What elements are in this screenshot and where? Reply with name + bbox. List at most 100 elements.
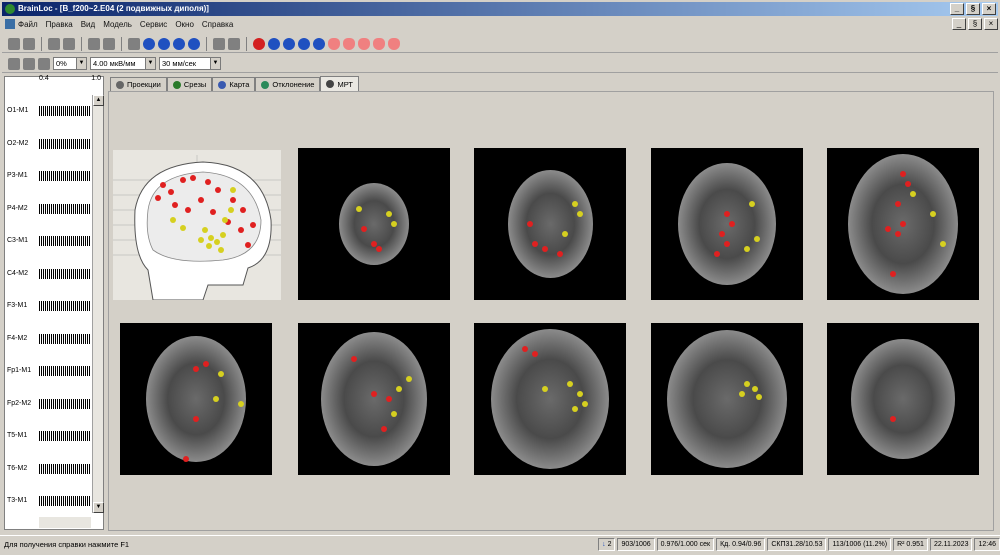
dipole-marker-red [155, 195, 161, 201]
head-top-icon[interactable] [388, 37, 400, 50]
dipole-marker-yellow [391, 411, 397, 417]
head-projection-diagram [113, 150, 281, 300]
mdi-close-button[interactable]: × [984, 18, 998, 30]
dipole-marker-red [557, 251, 563, 257]
mri-slice-image[interactable] [827, 148, 979, 300]
gain-icon[interactable] [38, 57, 50, 70]
rotate-left-icon[interactable] [268, 37, 280, 50]
vertical-scrollbar[interactable]: ▲ ▼ [92, 95, 104, 513]
zoom-select[interactable]: 0% ▼ [53, 57, 87, 70]
mdi-maximize-button[interactable]: § [968, 18, 982, 30]
dipole-marker-yellow [218, 247, 224, 253]
menu-window[interactable]: Окно [175, 20, 194, 29]
dipole-marker-yellow [213, 396, 219, 402]
segment-indicator: 903/1006 [617, 538, 655, 551]
mri-slice-image[interactable] [827, 323, 979, 475]
dipole-marker-yellow [744, 381, 750, 387]
first-icon[interactable] [143, 37, 155, 50]
tab-slices[interactable]: Срезы [166, 77, 213, 91]
mri-slice-image[interactable] [298, 148, 450, 300]
dipole-marker-red [376, 246, 382, 252]
head-front-icon[interactable] [328, 37, 340, 50]
dipole-marker-yellow [386, 211, 392, 217]
sensitivity-select[interactable]: 4.00 мкВ/мм ▼ [90, 57, 156, 70]
horizontal-scrollbar[interactable] [39, 517, 91, 528]
electrode-icon[interactable] [23, 57, 35, 70]
dipole-marker-red [203, 361, 209, 367]
menu-service[interactable]: Сервис [140, 20, 167, 29]
mri-slice-image[interactable] [120, 323, 272, 475]
dipole-marker-yellow [582, 401, 588, 407]
mri-slice-image[interactable] [474, 148, 626, 300]
dipole-marker-red [885, 226, 891, 232]
dipole-marker-yellow [577, 391, 583, 397]
mri-slice-image[interactable] [298, 323, 450, 475]
reset-icon[interactable] [253, 37, 265, 50]
montage-icon[interactable] [8, 57, 20, 70]
split-icon[interactable] [213, 37, 225, 50]
tab-deviation[interactable]: Отклонение [255, 77, 321, 91]
dipole-marker-red [168, 189, 174, 195]
mdi-minimize-button[interactable]: _ [952, 18, 966, 30]
mri-slice-image[interactable] [651, 323, 803, 475]
toolbar-separator [81, 36, 82, 51]
dipole-marker-red [900, 221, 906, 227]
eeg-trace [39, 236, 91, 246]
marker-icon[interactable] [103, 37, 115, 50]
speed-select[interactable]: 30 мм/сек ▼ [159, 57, 221, 70]
rotate-up-icon[interactable] [298, 37, 310, 50]
rotate-down-icon[interactable] [313, 37, 325, 50]
last-icon[interactable] [188, 37, 200, 50]
dipole-marker-red [890, 416, 896, 422]
dipole-marker-red [183, 456, 189, 462]
menu-model[interactable]: Модель [103, 20, 132, 29]
dipole-marker-red [532, 241, 538, 247]
head-left-icon[interactable] [358, 37, 370, 50]
prev-icon[interactable] [158, 37, 170, 50]
dipole-marker-yellow [749, 201, 755, 207]
menu-bar: Файл Правка Вид Модель Сервис Окно Справ… [2, 17, 998, 31]
rotate-right-icon[interactable] [283, 37, 295, 50]
minimize-button[interactable]: _ [950, 3, 964, 15]
window-title: BrainLoc - [B_f200~2.E04 (2 подвижных ди… [18, 4, 209, 13]
eeg-trace [39, 171, 91, 181]
channel-label: F4-M2 [7, 334, 28, 342]
dipole-marker-red [895, 201, 901, 207]
tab-projections[interactable]: Проекции [110, 77, 167, 91]
cut-icon[interactable] [48, 37, 60, 50]
mri-slice-image[interactable] [651, 148, 803, 300]
channel-label: C3-M1 [7, 237, 29, 244]
open-icon[interactable] [8, 37, 20, 50]
eeg-trace [39, 398, 91, 409]
dipole-marker-yellow [206, 243, 212, 249]
tab-map[interactable]: Карта [212, 77, 256, 91]
channel-label: T6-M2 [7, 464, 28, 472]
maximize-button[interactable]: § [966, 3, 980, 15]
dipole-marker-yellow [940, 241, 946, 247]
crosshair-icon[interactable] [228, 37, 240, 50]
eye-icon[interactable] [128, 37, 140, 50]
eeg-trace [39, 203, 91, 214]
brain-slice [146, 336, 246, 462]
dipole-marker-red [185, 207, 191, 213]
close-button[interactable]: × [982, 3, 996, 15]
scroll-down-icon[interactable]: ▼ [93, 502, 104, 513]
dipole-marker-yellow [228, 207, 234, 213]
eeg-trace [39, 106, 91, 116]
head-right-icon[interactable] [373, 37, 385, 50]
tab-mri[interactable]: МРТ [320, 76, 359, 91]
print-icon[interactable] [23, 37, 35, 50]
head-back-icon[interactable] [343, 37, 355, 50]
scroll-up-icon[interactable]: ▲ [93, 95, 104, 106]
menu-file[interactable]: Файл [18, 20, 38, 29]
menu-view[interactable]: Вид [81, 20, 95, 29]
mri-slice-image[interactable] [474, 323, 626, 475]
eeg-trace [39, 333, 91, 344]
next-icon[interactable] [173, 37, 185, 50]
brain-slice [667, 330, 787, 468]
channel-label: C4-M2 [7, 269, 29, 277]
scale-icon[interactable] [88, 37, 100, 50]
menu-help[interactable]: Справка [202, 20, 233, 29]
filter-icon[interactable] [63, 37, 75, 50]
menu-edit[interactable]: Правка [46, 20, 73, 29]
